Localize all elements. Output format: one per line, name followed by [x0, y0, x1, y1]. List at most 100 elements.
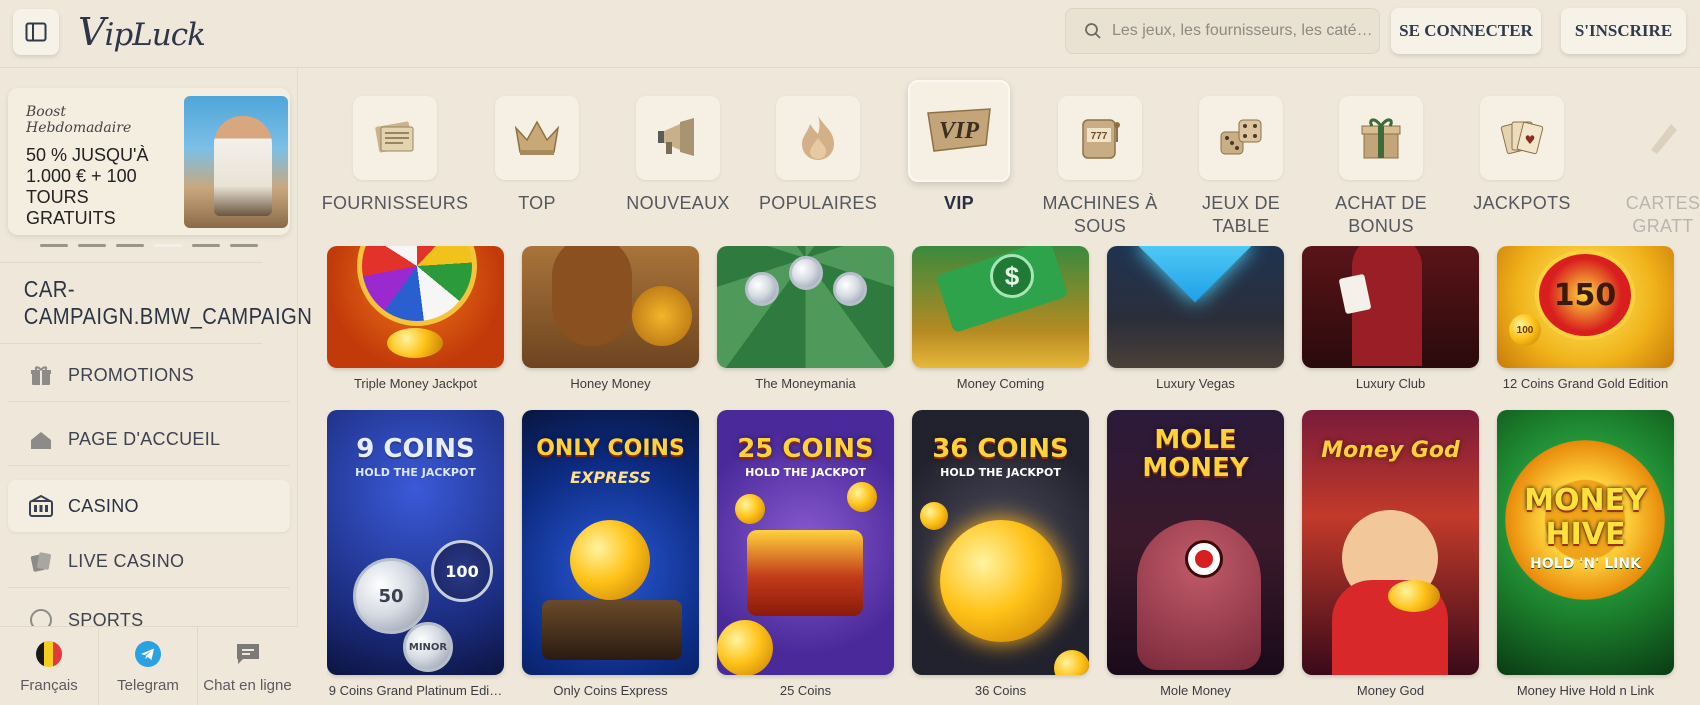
language-label: Français — [20, 676, 78, 694]
nav-label: PAGE D'ACCUEIL — [68, 429, 221, 449]
game-card[interactable]: 9 COINS HOLD THE JACKPOT 100 50 MINOR 9 … — [327, 410, 504, 698]
category-label: JEUX DE TABLE — [1201, 193, 1281, 236]
nav-label: CASINO — [68, 495, 139, 516]
search-box[interactable] — [1065, 8, 1380, 54]
live-chat-button[interactable]: Chat en ligne — [198, 627, 297, 705]
game-card[interactable]: 150 100 12 Coins Grand Gold Edition — [1497, 246, 1674, 391]
carousel-dot[interactable] — [78, 244, 106, 247]
game-thumbnail[interactable] — [522, 246, 699, 368]
hive-title-art: MONEY HIVE — [1524, 483, 1647, 552]
category-popular[interactable]: POPULAIRES — [748, 68, 888, 238]
nav-label: LIVE CASINO — [68, 551, 185, 571]
carousel-dot-active[interactable] — [154, 244, 182, 247]
game-card[interactable]: MOLE MONEY Mole Money — [1107, 410, 1284, 698]
telegram-link[interactable]: Telegram — [99, 627, 198, 705]
nav-item-casino[interactable]: CASINO — [8, 480, 290, 532]
gift-box-icon — [1361, 118, 1401, 159]
game-thumbnail[interactable]: $ — [912, 246, 1089, 368]
game-grid: Triple Money Jackpot Honey Money The Mon… — [327, 246, 1700, 705]
game-card[interactable]: Money God Money God — [1302, 410, 1479, 698]
game-title: The Moneymania — [755, 376, 856, 391]
game-card[interactable]: Luxury Vegas — [1107, 246, 1284, 391]
game-title: Money Coming — [956, 376, 1045, 391]
game-title: Mole Money — [1160, 683, 1231, 698]
sidebar-toggle-button[interactable] — [13, 9, 59, 55]
scratch-card-icon — [1651, 124, 1677, 154]
category-vip[interactable]: VIP VIP — [889, 68, 1029, 238]
game-thumbnail[interactable] — [327, 246, 504, 368]
game-card[interactable]: 25 COINS HOLD THE JACKPOT 25 Coins — [717, 410, 894, 698]
carousel-dot[interactable] — [40, 244, 68, 247]
search-input[interactable] — [1112, 22, 1372, 40]
campaign-label[interactable]: CAR-CAMPAIGN.BMW_CAMPAIGN — [0, 262, 312, 344]
game-thumbnail[interactable] — [1302, 246, 1479, 368]
game-card[interactable]: 36 COINS HOLD THE JACKPOT 36 Coins — [912, 410, 1089, 698]
game-thumbnail[interactable]: 9 COINS HOLD THE JACKPOT 100 50 MINOR — [327, 410, 504, 675]
category-bonus-buy[interactable]: ACHAT DE BONUS — [1311, 68, 1451, 238]
game-card[interactable]: Honey Money — [522, 246, 699, 391]
mole-title-art: MOLE MONEY — [1142, 425, 1249, 483]
category-label: CARTES GRATT — [1625, 193, 1700, 236]
top-header: VipLuck SE CONNECTER S'INSCRIRE — [0, 0, 1700, 68]
category-label: FOURNISSEURS — [321, 193, 469, 213]
svg-text:777: 777 — [1091, 131, 1108, 142]
category-slots[interactable]: 777 MACHINES À SOUS — [1030, 68, 1170, 238]
game-thumbnail[interactable]: ONLY COINS EXPRESS — [522, 410, 699, 675]
game-card[interactable]: ONLY COINS EXPRESS Only Coins Express — [522, 410, 699, 698]
svg-text:VIP: VIP — [939, 118, 979, 144]
category-top[interactable]: TOP — [467, 68, 607, 238]
belgium-flag-icon — [35, 640, 63, 668]
category-label: POPULAIRES — [758, 193, 878, 213]
category-providers[interactable]: FOURNISSEURS — [322, 68, 468, 238]
game-thumbnail[interactable] — [717, 246, 894, 368]
carousel-dot[interactable] — [192, 244, 220, 247]
crown-icon — [514, 120, 560, 155]
game-thumbnail[interactable]: 25 COINS HOLD THE JACKPOT — [717, 410, 894, 675]
category-table-games[interactable]: JEUX DE TABLE — [1171, 68, 1311, 238]
game-title: Money God — [1356, 683, 1425, 698]
game-title: Luxury Club — [1355, 376, 1426, 391]
megaphone-icon — [658, 118, 694, 156]
category-new[interactable]: NOUVEAUX — [608, 68, 748, 238]
category-label: TOP — [518, 193, 556, 213]
game-title: 12 Coins Grand Gold Edition — [1502, 376, 1669, 391]
nav-item-promotions[interactable]: PROMOTIONS — [8, 350, 290, 402]
game-title: 9 Coins Grand Platinum Edi… — [328, 683, 503, 698]
category-label: JACKPOTS — [1473, 193, 1571, 213]
gift-icon — [28, 363, 54, 389]
language-selector[interactable]: Français — [0, 627, 99, 705]
game-title: Honey Money — [570, 376, 651, 391]
chat-label: Chat en ligne — [203, 676, 292, 694]
game-card[interactable]: Triple Money Jackpot — [327, 246, 504, 391]
category-label: VIP — [944, 193, 974, 213]
signup-button[interactable]: S'INSCRIRE — [1561, 8, 1686, 54]
svg-text:♥: ♥ — [1525, 133, 1536, 147]
category-bar: FOURNISSEURS TOP NOUVEAUX POPULAIRES VIP… — [305, 68, 1700, 238]
category-label: MACHINES À SOUS — [1042, 193, 1158, 236]
game-card[interactable]: Luxury Club — [1302, 246, 1479, 391]
game-thumbnail[interactable]: Money God — [1302, 410, 1479, 675]
promo-banner[interactable]: Boost Hebdomadaire 50 % JUSQU'À 1.000 € +… — [8, 88, 290, 235]
site-logo[interactable]: VipLuck — [78, 10, 206, 54]
game-thumbnail[interactable]: 150 100 — [1497, 246, 1674, 368]
casino-icon — [28, 493, 54, 519]
carousel-dot[interactable] — [230, 244, 258, 247]
category-jackpots[interactable]: ♥ JACKPOTS — [1452, 68, 1592, 238]
game-card[interactable]: The Moneymania — [717, 246, 894, 391]
nav-item-home[interactable]: PAGE D'ACCUEIL — [8, 414, 290, 466]
game-thumbnail[interactable]: MONEY HIVE HOLD 'N' LINK — [1497, 410, 1674, 675]
game-card[interactable]: MONEY HIVE HOLD 'N' LINK Money Hive Hold … — [1497, 410, 1674, 698]
carousel-dot[interactable] — [116, 244, 144, 247]
telegram-icon — [134, 640, 162, 668]
game-thumbnail[interactable]: MOLE MONEY — [1107, 410, 1284, 675]
promo-tag: Boost Hebdomadaire — [26, 104, 132, 136]
nav-item-live-casino[interactable]: LIVE CASINO — [8, 536, 290, 588]
game-thumbnail[interactable]: 36 COINS HOLD THE JACKPOT — [912, 410, 1089, 675]
game-thumbnail[interactable] — [1107, 246, 1284, 368]
category-scratch-cards[interactable]: CARTES GRATT — [1593, 68, 1700, 238]
sidebar: Boost Hebdomadaire 50 % JUSQU'À 1.000 € +… — [0, 68, 312, 705]
login-button[interactable]: SE CONNECTER — [1391, 8, 1541, 54]
game-card[interactable]: $ Money Coming — [912, 246, 1089, 391]
game-title: 36 Coins — [974, 683, 1027, 698]
game-title: 25 Coins — [779, 683, 832, 698]
